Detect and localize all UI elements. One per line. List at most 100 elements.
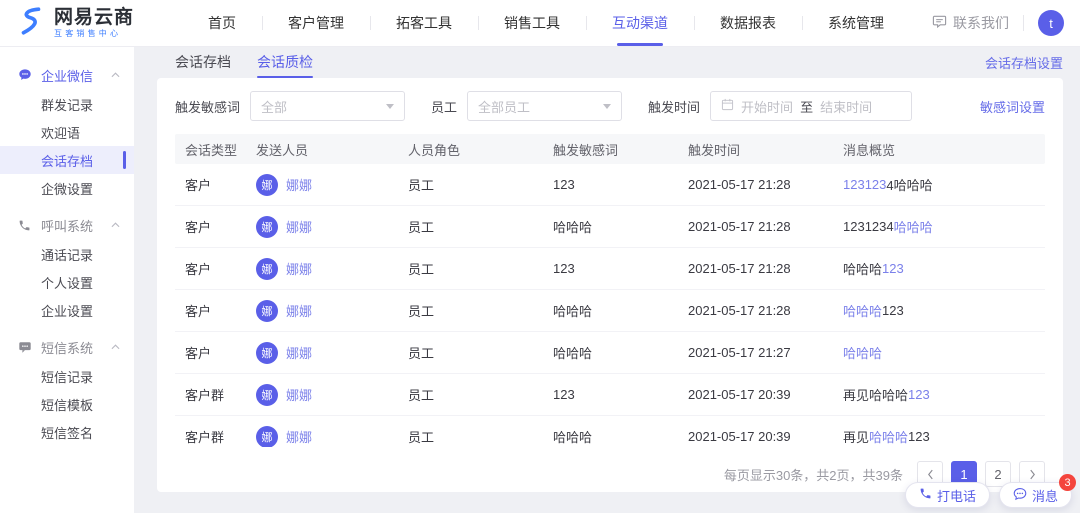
- staff-filter-label: 员工: [431, 97, 457, 116]
- tab-0[interactable]: 会话存档: [175, 46, 231, 78]
- sidebar-item-label: 会话存档: [41, 151, 93, 170]
- contact-us-button[interactable]: 联系我们: [932, 13, 1009, 33]
- sender-name-link[interactable]: 娜娜: [286, 175, 312, 194]
- message-preview-link[interactable]: 再见哈哈哈123: [835, 427, 1045, 446]
- cell-chat-type: 客户: [175, 175, 248, 194]
- content-card: 触发敏感词 全部 员工 全部员工 触发时间 开始时间 至 结束时: [157, 78, 1063, 492]
- sensitive-words-settings-link[interactable]: 敏感词设置: [980, 97, 1045, 116]
- sidebar-group-2[interactable]: 短信系统: [0, 332, 134, 362]
- time-range-picker[interactable]: 开始时间 至 结束时间: [710, 91, 912, 121]
- sender-name-link[interactable]: 娜娜: [286, 385, 312, 404]
- staff-filter-value: 全部员工: [478, 97, 530, 116]
- sidebar: 企业微信群发记录欢迎语会话存档企微设置呼叫系统通话记录个人设置企业设置短信系统短…: [0, 46, 134, 513]
- keyword-filter-select[interactable]: 全部: [250, 91, 405, 121]
- caret-down-icon: [386, 104, 394, 109]
- cell-chat-type: 客户群: [175, 385, 248, 404]
- sidebar-item-label: 企微设置: [41, 179, 93, 198]
- chat-dots-icon: [1013, 487, 1027, 504]
- sidebar-item-label: 短信签名: [41, 423, 93, 442]
- filter-bar: 触发敏感词 全部 员工 全部员工 触发时间 开始时间 至 结束时: [175, 78, 1045, 134]
- archive-settings-link[interactable]: 会话存档设置: [985, 46, 1063, 78]
- highlighted-keyword: 123123: [843, 177, 886, 192]
- highlighted-keyword: 哈哈哈: [843, 343, 882, 362]
- sender-name-link[interactable]: 娜娜: [286, 301, 312, 320]
- message-text: 123: [908, 429, 930, 444]
- message-text: 4哈哈哈: [886, 175, 932, 194]
- chevron-up-icon: [111, 222, 120, 228]
- sidebar-item-0-3[interactable]: 企微设置: [0, 174, 134, 202]
- brand-logo[interactable]: 网易云商 互客销售中心: [16, 6, 134, 41]
- message-preview-link[interactable]: 1231234哈哈哈: [835, 217, 1045, 236]
- top-header: 网易云商 互客销售中心 首页客户管理拓客工具销售工具互动渠道数据报表系统管理 联…: [0, 0, 1080, 46]
- sender-name-link[interactable]: 娜娜: [286, 259, 312, 278]
- cell-time: 2021-05-17 21:28: [680, 177, 835, 192]
- start-time-placeholder: 开始时间: [741, 97, 793, 116]
- nav-item-1[interactable]: 客户管理: [262, 0, 370, 46]
- cell-sender: 娜娜娜: [248, 258, 400, 280]
- chat-bubble-icon: [932, 14, 947, 32]
- sidebar-item-0-0[interactable]: 群发记录: [0, 90, 134, 118]
- highlighted-keyword: 123: [908, 387, 930, 402]
- message-button-label: 消息: [1032, 486, 1058, 505]
- cell-keyword: 123: [545, 261, 680, 276]
- sender-name-link[interactable]: 娜娜: [286, 217, 312, 236]
- column-header-5: 消息概览: [835, 140, 1045, 159]
- sidebar-item-1-1[interactable]: 个人设置: [0, 268, 134, 296]
- tab-strip: 会话存档会话质检 会话存档设置: [175, 46, 1080, 78]
- nav-item-6[interactable]: 系统管理: [802, 0, 910, 46]
- tab-1[interactable]: 会话质检: [257, 46, 313, 78]
- message-preview-link[interactable]: 哈哈哈123: [835, 259, 1045, 278]
- sidebar-item-2-0[interactable]: 短信记录: [0, 362, 134, 390]
- cell-sender: 娜娜娜: [248, 384, 400, 406]
- cell-sender: 娜娜娜: [248, 426, 400, 448]
- nav-item-0[interactable]: 首页: [182, 0, 262, 46]
- message-preview-link[interactable]: 哈哈哈123: [835, 301, 1045, 320]
- sidebar-item-1-0[interactable]: 通话记录: [0, 240, 134, 268]
- sidebar-group-label: 短信系统: [41, 338, 93, 357]
- sidebar-item-2-1[interactable]: 短信模板: [0, 390, 134, 418]
- staff-filter-select[interactable]: 全部员工: [467, 91, 622, 121]
- cell-role: 员工: [400, 427, 545, 446]
- sender-avatar: 娜: [256, 258, 278, 280]
- call-button[interactable]: 打电话: [905, 482, 990, 508]
- message-preview-link[interactable]: 哈哈哈: [835, 343, 1045, 362]
- pagination-summary: 每页显示30条，共2页，共39条: [724, 465, 903, 484]
- cell-keyword: 123: [545, 177, 680, 192]
- table-row: 客户群娜娜娜员工1232021-05-17 20:39再见哈哈哈123: [175, 374, 1045, 416]
- cell-chat-type: 客户: [175, 217, 248, 236]
- keyword-filter-value: 全部: [261, 97, 287, 116]
- sender-name-link[interactable]: 娜娜: [286, 343, 312, 362]
- brand-logo-icon: [16, 6, 46, 41]
- call-button-label: 打电话: [937, 486, 976, 505]
- table-body: 客户娜娜娜员工1232021-05-17 21:281231234哈哈哈客户娜娜…: [175, 164, 1045, 447]
- nav-item-2[interactable]: 拓客工具: [370, 0, 478, 46]
- sidebar-item-1-2[interactable]: 企业设置: [0, 296, 134, 324]
- phone-icon: [919, 487, 932, 503]
- sender-avatar: 娜: [256, 342, 278, 364]
- sidebar-group-1[interactable]: 呼叫系统: [0, 210, 134, 240]
- cell-sender: 娜娜娜: [248, 342, 400, 364]
- column-header-4: 触发时间: [680, 140, 835, 159]
- cell-chat-type: 客户群: [175, 427, 248, 446]
- cell-keyword: 哈哈哈: [545, 427, 680, 446]
- sidebar-item-0-1[interactable]: 欢迎语: [0, 118, 134, 146]
- nav-item-4[interactable]: 互动渠道: [586, 0, 694, 46]
- sidebar-item-2-2[interactable]: 短信签名: [0, 418, 134, 446]
- table-row: 客户娜娜娜员工1232021-05-17 21:281231234哈哈哈: [175, 164, 1045, 206]
- cell-time: 2021-05-17 20:39: [680, 387, 835, 402]
- sidebar-item-0-2[interactable]: 会话存档: [0, 146, 134, 174]
- message-preview-link[interactable]: 1231234哈哈哈: [835, 175, 1045, 194]
- message-text: 123: [882, 303, 904, 318]
- sender-avatar: 娜: [256, 384, 278, 406]
- message-button[interactable]: 消息 3: [999, 482, 1072, 508]
- cell-role: 员工: [400, 301, 545, 320]
- nav-item-3[interactable]: 销售工具: [478, 0, 586, 46]
- sidebar-item-label: 短信模板: [41, 395, 93, 414]
- calendar-icon: [721, 98, 734, 114]
- message-preview-link[interactable]: 再见哈哈哈123: [835, 385, 1045, 404]
- nav-item-5[interactable]: 数据报表: [694, 0, 802, 46]
- sender-name-link[interactable]: 娜娜: [286, 427, 312, 446]
- sidebar-group-0[interactable]: 企业微信: [0, 60, 134, 90]
- user-avatar[interactable]: t: [1038, 10, 1064, 36]
- cell-time: 2021-05-17 20:39: [680, 429, 835, 444]
